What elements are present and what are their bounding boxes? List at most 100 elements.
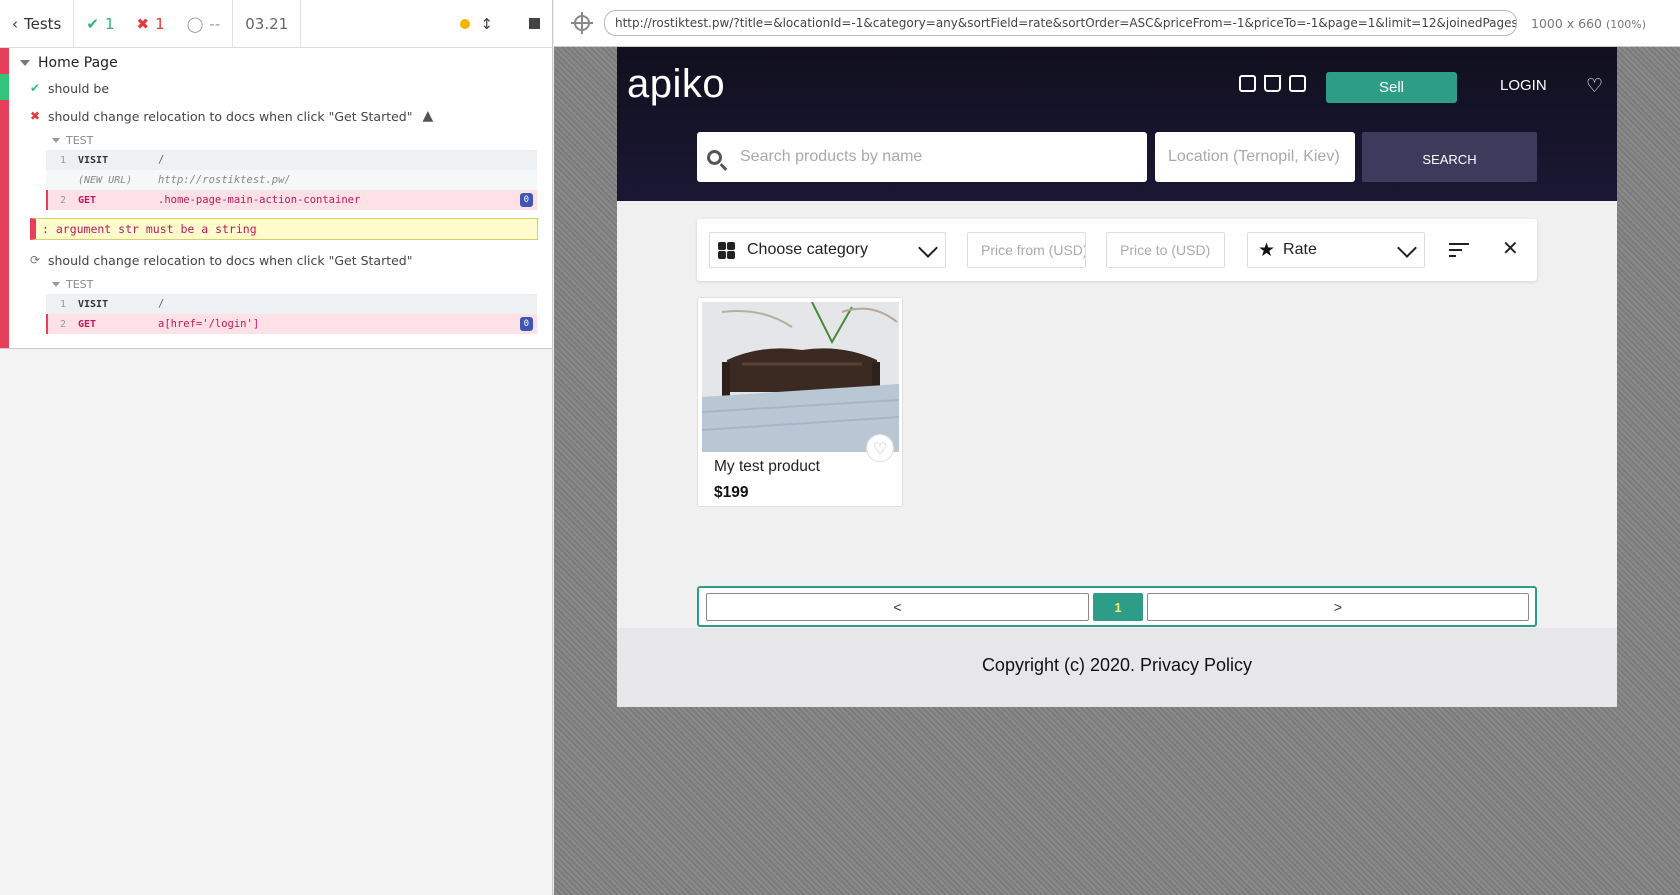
command-row[interactable]: 1 VISIT /	[46, 294, 537, 314]
search-icon	[707, 149, 722, 165]
sell-button[interactable]: Sell	[1326, 72, 1457, 103]
command-row-failed[interactable]: 2 GET .home-page-main-action-container 0	[46, 190, 537, 210]
caret-down-icon	[52, 137, 60, 143]
check-icon: ✔	[86, 14, 99, 33]
product-title[interactable]: My test product	[714, 458, 820, 476]
pagination: < 1 >	[697, 586, 1537, 627]
running-indicator-icon	[460, 18, 471, 29]
test-item-running[interactable]: ⟳ should change relocation to docs when …	[0, 246, 552, 274]
cross-icon: ✖	[30, 109, 41, 123]
command-message: a[href='/login']	[158, 318, 260, 330]
document-icon[interactable]	[1289, 75, 1306, 92]
command-row[interactable]: 1 VISIT /	[46, 150, 537, 170]
search-placeholder: Search products by name	[740, 148, 923, 165]
command-name: VISIT	[78, 154, 109, 166]
warning-icon: ▲	[422, 108, 434, 124]
bed-photo	[702, 302, 899, 452]
element-count-badge: 0	[519, 317, 533, 331]
heart-icon[interactable]: ♡	[1586, 75, 1603, 97]
command-log: TEST 1 VISIT / 2 GET a[href='/login'] 0	[0, 274, 552, 334]
category-select[interactable]: Choose category	[709, 232, 946, 268]
app-header: apiko Sell LOGIN ♡ Search products by na…	[617, 47, 1617, 201]
test-title: should be	[48, 80, 110, 96]
test-title: should change relocation to docs when cl…	[48, 108, 413, 124]
error-message[interactable]: : argument str must be a string	[30, 218, 538, 240]
sort-field-label: Rate	[1283, 241, 1317, 258]
command-row[interactable]: (NEW URL) http://rostiktest.pw/	[46, 170, 537, 190]
footer: Copyright (c) 2020. Privacy Policy	[617, 628, 1617, 707]
viewport-size[interactable]: 1000 x 660 (100%)	[1531, 16, 1646, 31]
viewport-zoom: (100%)	[1606, 17, 1647, 31]
section-label-text: TEST	[66, 277, 94, 291]
stats: ✔ 1 ✖ 1 ◯ --	[74, 0, 234, 47]
passed-count: 1	[104, 14, 115, 33]
next-page-button[interactable]: >	[1147, 593, 1529, 621]
tests-back-button[interactable]: ‹ Tests	[0, 0, 75, 47]
location-input[interactable]: Location (Ternopil, Kiev)	[1155, 132, 1355, 182]
filters-bar: Choose category Price from (USD) Price t…	[697, 219, 1537, 281]
aut-url-bar[interactable]: http://rostiktest.pw/?title=&locationId=…	[604, 10, 1517, 36]
page-button-current[interactable]: 1	[1093, 593, 1143, 621]
price-to-input[interactable]: Price to (USD)	[1106, 232, 1225, 268]
reporter-controls: ↕	[448, 0, 552, 47]
login-link[interactable]: LOGIN	[1500, 77, 1547, 94]
chevron-down-icon	[918, 238, 938, 258]
product-price: $199	[714, 484, 749, 501]
search-input[interactable]: Search products by name	[697, 132, 1147, 182]
command-number: 2	[59, 194, 67, 206]
test-section-label: TEST	[46, 274, 552, 294]
suite-title-text: Home Page	[38, 55, 118, 71]
command-number: 2	[59, 318, 67, 330]
reporter-header: ‹ Tests ✔ 1 ✖ 1 ◯ -- 03.21 ↕	[0, 0, 552, 48]
search-button[interactable]: SEARCH	[1362, 132, 1537, 182]
command-log: TEST 1 VISIT / (NEW URL) http://rostikte…	[0, 130, 552, 210]
product-card[interactable]: ♡ My test product $199	[697, 297, 903, 507]
command-message: /	[158, 154, 165, 166]
test-section-label: TEST	[46, 130, 552, 150]
selector-playground-icon[interactable]	[571, 12, 593, 34]
product-image[interactable]	[702, 302, 899, 452]
inbox-icon[interactable]	[1239, 75, 1256, 92]
duration: 03.21	[233, 0, 302, 47]
viewport-dimensions: 1000 x 660	[1531, 15, 1603, 31]
runner-header: http://rostiktest.pw/?title=&locationId=…	[554, 0, 1680, 47]
command-name: (NEW URL)	[78, 174, 133, 186]
auto-scroll-icon[interactable]: ↕	[480, 15, 493, 33]
cart-icon[interactable]	[1264, 75, 1281, 92]
app-under-test: apiko Sell LOGIN ♡ Search products by na…	[617, 47, 1617, 707]
caret-down-icon	[20, 60, 30, 66]
command-number: 1	[59, 298, 67, 310]
command-number: 1	[59, 154, 67, 166]
test-title: should change relocation to docs when cl…	[48, 252, 413, 268]
heart-icon[interactable]: ♡	[866, 434, 894, 462]
command-name: GET	[78, 318, 97, 330]
spinner-icon: ⟳	[30, 253, 41, 267]
suite-title[interactable]: Home Page	[0, 48, 552, 74]
section-label-text: TEST	[66, 133, 94, 147]
cross-icon: ✖	[136, 14, 150, 33]
stop-icon[interactable]	[529, 18, 540, 29]
command-name: GET	[78, 194, 97, 206]
command-message: .home-page-main-action-container	[158, 194, 361, 206]
check-icon: ✔	[30, 81, 41, 95]
sort-order-icon[interactable]	[1449, 243, 1469, 257]
prev-page-button[interactable]: <	[706, 593, 1089, 621]
test-reporter-panel: ‹ Tests ✔ 1 ✖ 1 ◯ -- 03.21 ↕ Home Page ✔	[0, 0, 553, 895]
price-from-input[interactable]: Price from (USD)	[967, 232, 1086, 268]
test-list: Home Page ✔ should be ✖ should change re…	[0, 48, 552, 349]
test-item-passed[interactable]: ✔ should be	[0, 74, 552, 102]
category-label: Choose category	[747, 241, 868, 258]
command-name: VISIT	[78, 298, 109, 310]
test-item-failed[interactable]: ✖ should change relocation to docs when …	[0, 102, 552, 130]
apiko-logo[interactable]: apiko	[627, 62, 725, 107]
pending-circle-icon: ◯	[186, 14, 204, 33]
star-icon: ★	[1258, 239, 1276, 261]
tests-label: Tests	[24, 14, 62, 33]
command-message: http://rostiktest.pw/	[158, 174, 291, 186]
command-row-failed[interactable]: 2 GET a[href='/login'] 0	[46, 314, 537, 334]
close-icon[interactable]: ✕	[1502, 236, 1519, 260]
pending-count: --	[209, 14, 221, 33]
caret-down-icon	[52, 281, 60, 287]
grid-icon	[718, 241, 735, 259]
sort-field-select[interactable]: ★ Rate	[1247, 232, 1425, 268]
